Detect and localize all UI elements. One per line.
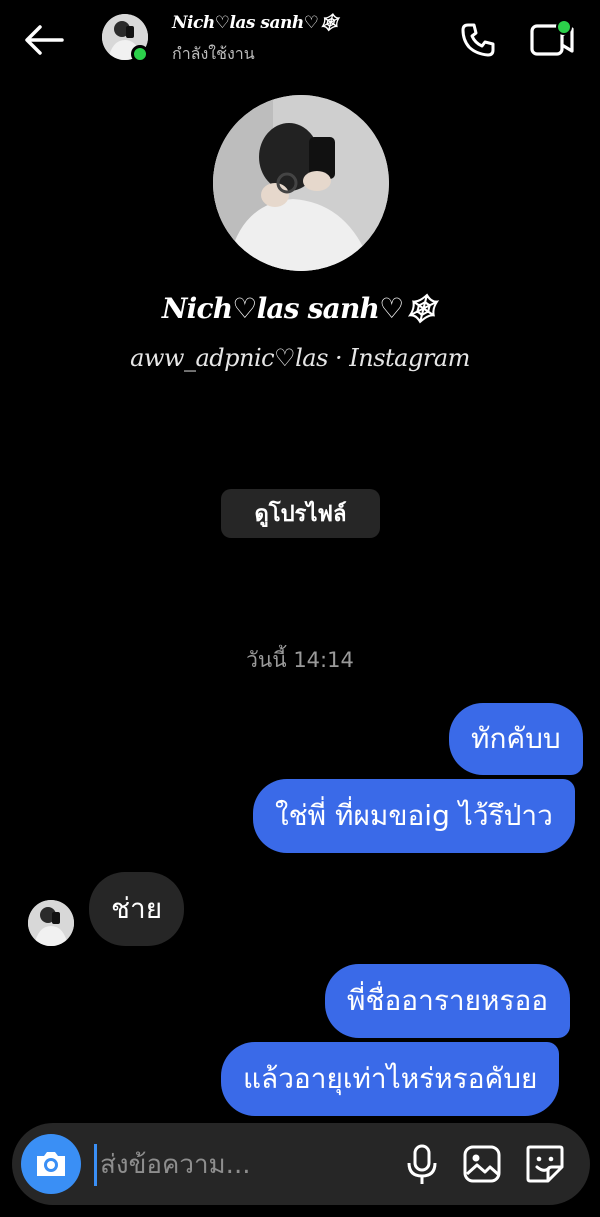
online-status-dot [131,45,149,63]
gallery-icon[interactable] [462,1144,502,1184]
camera-icon [37,1152,65,1176]
profile-username: aww_adpnic♡las · Instagram [130,344,470,372]
message-composer [12,1123,590,1205]
profile-name: Nich♡las sanh♡🕸 [161,292,439,325]
view-profile-button[interactable]: ดูโปรไฟล์ [221,489,380,538]
message-timestamp: วันนี้ 14:14 [246,648,354,672]
outgoing-message[interactable]: ทักคับบ [449,703,583,775]
active-status: กำลังใช้งาน [172,44,255,63]
outgoing-message[interactable]: พี่ชื่ออารายหรออ [325,964,571,1038]
incoming-message[interactable]: ช่าย [89,872,185,946]
message-input[interactable] [100,1143,390,1187]
sticker-icon[interactable] [524,1143,566,1185]
outgoing-message[interactable]: ใช่พี่ ที่ผมขอig ไว้รึป่าว [253,779,575,853]
microphone-icon[interactable] [402,1143,442,1187]
text-caret [94,1144,97,1186]
phone-icon[interactable] [458,20,498,60]
video-call-icon[interactable] [528,18,576,60]
chat-header: Nich♡las sanh♡🕸 กำลังใช้งาน [0,0,600,80]
sender-avatar[interactable] [28,900,74,946]
camera-button[interactable] [21,1134,81,1194]
profile-avatar[interactable] [213,95,389,271]
contact-name[interactable]: Nich♡las sanh♡🕸 [172,13,340,33]
outgoing-message[interactable]: แล้วอายุเท่าไหร่หรอคับย [221,1042,560,1116]
back-arrow-icon[interactable] [22,22,66,58]
